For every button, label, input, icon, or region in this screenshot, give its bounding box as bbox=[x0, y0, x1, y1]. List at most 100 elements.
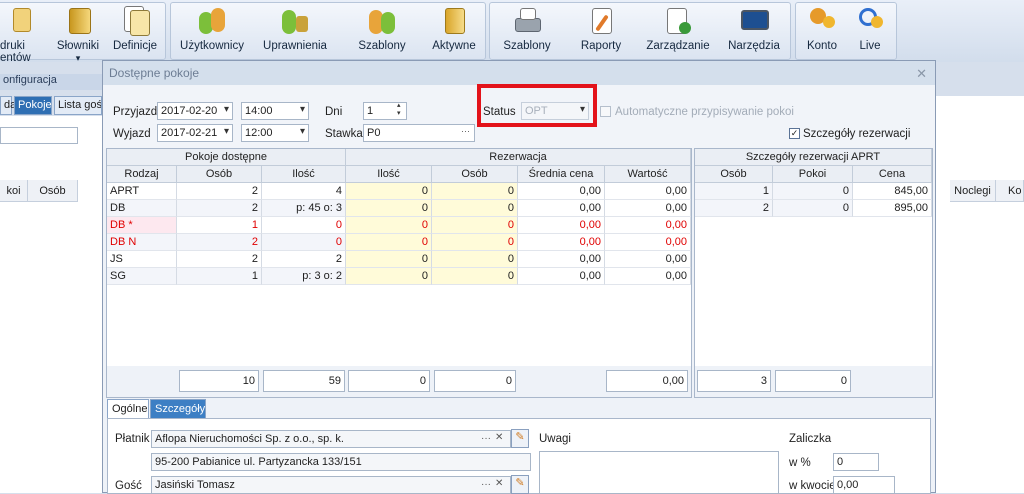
narzedzia-label: Narzędzia bbox=[728, 40, 780, 52]
szablony1-button[interactable]: Szablony bbox=[352, 6, 412, 60]
user-templates-icon bbox=[367, 6, 397, 36]
config-bar: onfiguracja bbox=[0, 74, 104, 90]
details-cell-c: 895,00 bbox=[853, 200, 932, 217]
rate-field[interactable]: P0 bbox=[363, 124, 475, 142]
uzytkownicy-button[interactable]: Użytkownicy bbox=[176, 6, 248, 60]
room-cell-rp[interactable]: 0 bbox=[432, 200, 518, 217]
zarzadzanie-label: Zarządzanie bbox=[646, 40, 710, 52]
live-button[interactable]: Live bbox=[848, 6, 892, 60]
tab-szczegoly[interactable]: Szczegóły bbox=[150, 399, 206, 419]
left-panel bbox=[0, 116, 102, 493]
available-rooms-dialog: Dostępne pokoje ✕ Przyjazd 2017-02-20 14… bbox=[102, 60, 936, 494]
room-cell-rq[interactable]: 0 bbox=[346, 251, 432, 268]
uprawnienia-button[interactable]: Uprawnienia bbox=[260, 6, 330, 60]
slowniki-label: Słowniki bbox=[56, 40, 100, 52]
details-cell-c: 845,00 bbox=[853, 183, 932, 200]
total-res-persons: 0 bbox=[434, 370, 516, 392]
uzytkownicy-label: Użytkownicy bbox=[180, 40, 244, 52]
payer-edit-icon[interactable]: ✎ bbox=[511, 429, 529, 448]
col-ilosc: Ilość bbox=[262, 166, 346, 183]
room-cell-rq[interactable]: 0 bbox=[346, 234, 432, 251]
narzedzia-button[interactable]: Narzędzia bbox=[723, 6, 785, 60]
room-cell-qty: p: 3 o: 2 bbox=[262, 268, 346, 285]
total-qty: 59 bbox=[263, 370, 345, 392]
col-res-osob: Osób bbox=[432, 166, 518, 183]
chevron-down-icon: ▾ bbox=[75, 53, 81, 63]
advance-amount-field[interactable]: 0,00 bbox=[833, 476, 895, 494]
slowniki-button[interactable]: Słowniki ▾ bbox=[52, 6, 104, 63]
left-col-pokoi: koi bbox=[0, 180, 28, 202]
room-cell-rp[interactable]: 0 bbox=[432, 234, 518, 251]
advance-label: Zaliczka bbox=[789, 433, 832, 445]
tab-pokoje[interactable]: Pokoje bbox=[14, 96, 52, 115]
tab-da[interactable]: da bbox=[0, 96, 16, 115]
payer-clear-icon[interactable]: ✕ bbox=[495, 432, 503, 443]
left-search-input[interactable] bbox=[0, 127, 78, 144]
room-cell-rq[interactable]: 0 bbox=[346, 200, 432, 217]
room-cell-rp[interactable]: 0 bbox=[432, 183, 518, 200]
rate-ellipsis-button[interactable]: ··· bbox=[461, 126, 470, 136]
druki-label: druki entów bbox=[0, 40, 31, 64]
room-cell-persons: 1 bbox=[177, 268, 262, 285]
room-cell-type: APRT bbox=[107, 183, 177, 200]
room-cell-type: JS bbox=[107, 251, 177, 268]
room-cell-qty: 4 bbox=[262, 183, 346, 200]
guest-field[interactable]: Jasiński Tomasz bbox=[151, 476, 511, 494]
room-cell-rp[interactable]: 0 bbox=[432, 268, 518, 285]
right-bg-panel bbox=[936, 96, 1024, 493]
advance-percent-field[interactable]: 0 bbox=[833, 453, 879, 471]
total-value: 0,00 bbox=[606, 370, 688, 392]
notes-textarea[interactable] bbox=[539, 451, 779, 494]
left-col-osob: Osób bbox=[28, 180, 78, 202]
konto-button[interactable]: Konto bbox=[800, 6, 844, 60]
close-icon[interactable]: ✕ bbox=[916, 66, 927, 82]
right-col-ko: Ko bbox=[996, 180, 1024, 202]
printer-icon bbox=[512, 6, 542, 36]
col-osob: Osób bbox=[177, 166, 262, 183]
stepper-arrows-icon[interactable]: ▴ ▾ bbox=[397, 102, 401, 118]
status-label: Status bbox=[483, 106, 516, 118]
guest-clear-icon[interactable]: ✕ bbox=[495, 478, 503, 489]
room-cell-rp[interactable]: 0 bbox=[432, 251, 518, 268]
room-cell-type: SG bbox=[107, 268, 177, 285]
departure-label: Wyjazd bbox=[113, 128, 151, 140]
aktywne-button[interactable]: Aktywne bbox=[426, 6, 482, 60]
room-cell-rq[interactable]: 0 bbox=[346, 217, 432, 234]
tab-ogolne[interactable]: Ogólne bbox=[107, 399, 149, 419]
room-cell-qty: 2 bbox=[262, 251, 346, 268]
users-icon bbox=[197, 6, 227, 36]
room-cell-type: DB * bbox=[107, 217, 177, 234]
payer-ellipsis-button[interactable]: ··· bbox=[481, 433, 491, 444]
status-dropdown[interactable]: OPT bbox=[521, 102, 589, 120]
auto-assign-checkbox[interactable] bbox=[600, 106, 611, 117]
druki-button[interactable]: druki entów bbox=[0, 6, 44, 64]
room-cell-qty: 0 bbox=[262, 234, 346, 251]
rate-label: Stawka bbox=[325, 128, 363, 140]
room-cell-rq[interactable]: 0 bbox=[346, 183, 432, 200]
document-icon bbox=[5, 6, 35, 36]
details-checkbox[interactable]: ✓ bbox=[789, 128, 800, 139]
arrival-time-field[interactable]: 14:00 bbox=[241, 102, 309, 120]
payer-field[interactable]: Aflopa Nieruchomości Sp. z o.o., sp. k. bbox=[151, 430, 511, 448]
room-cell-val: 0,00 bbox=[605, 183, 691, 200]
definicje-button[interactable]: Definicje bbox=[107, 6, 163, 60]
room-cell-val: 0,00 bbox=[605, 200, 691, 217]
payer-label: Płatnik bbox=[115, 433, 150, 445]
advance-amount-label: w kwocie bbox=[789, 480, 836, 492]
details-cell-p: 1 bbox=[695, 183, 773, 200]
arrival-date-field[interactable]: 2017-02-20 bbox=[157, 102, 233, 120]
room-cell-rp[interactable]: 0 bbox=[432, 217, 518, 234]
szablony2-button[interactable]: Szablony bbox=[497, 6, 557, 60]
tab-lista-gosci[interactable]: Lista gośc bbox=[54, 96, 102, 115]
details-grid: Szczegóły rezerwacji APRT Osób Pokoi Cen… bbox=[694, 148, 933, 398]
aktywne-label: Aktywne bbox=[432, 40, 476, 52]
zarzadzanie-button[interactable]: Zarządzanie bbox=[642, 6, 714, 60]
details-col-pokoi: Pokoi bbox=[773, 166, 853, 183]
guest-edit-icon[interactable]: ✎ bbox=[511, 475, 529, 494]
departure-date-field[interactable]: 2017-02-21 bbox=[157, 124, 233, 142]
guest-ellipsis-button[interactable]: ··· bbox=[481, 479, 491, 490]
room-cell-avg: 0,00 bbox=[518, 183, 605, 200]
raporty-button[interactable]: Raporty bbox=[574, 6, 628, 60]
departure-time-field[interactable]: 12:00 bbox=[241, 124, 309, 142]
room-cell-rq[interactable]: 0 bbox=[346, 268, 432, 285]
